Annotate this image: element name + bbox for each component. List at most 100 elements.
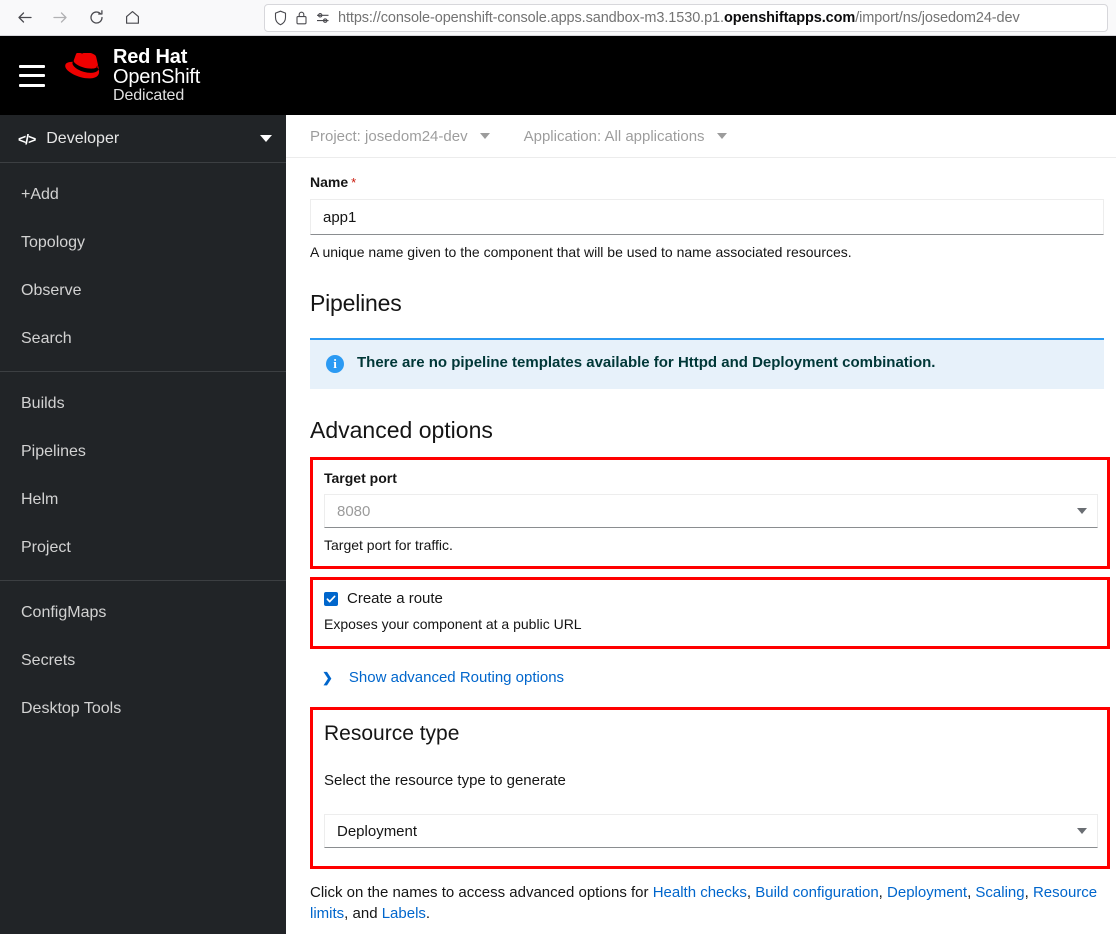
resource-type-value: Deployment xyxy=(337,823,417,840)
url-prefix: https://console-openshift-console.apps.s… xyxy=(338,10,724,26)
target-port-select[interactable]: 8080 xyxy=(324,494,1098,528)
reload-button[interactable] xyxy=(80,3,112,33)
target-port-value: 8080 xyxy=(337,503,370,520)
alert-message: There are no pipeline templates availabl… xyxy=(357,354,935,372)
footnote-end: . xyxy=(426,905,430,922)
back-button[interactable] xyxy=(8,3,40,33)
address-bar[interactable]: https://console-openshift-console.apps.s… xyxy=(264,4,1108,32)
resource-type-highlight-box: Resource type Select the resource type t… xyxy=(310,707,1110,869)
link-health-checks[interactable]: Health checks xyxy=(653,884,747,901)
link-scaling[interactable]: Scaling xyxy=(975,884,1024,901)
create-route-helper-text: Exposes your component at a public URL xyxy=(324,616,1096,632)
main-content: Project: josedom24-dev Application: All … xyxy=(286,115,1116,934)
sidebar-item-label: Desktop Tools xyxy=(21,700,121,718)
hamburger-menu-icon[interactable] xyxy=(19,65,45,87)
create-route-highlight-box: Create a route Exposes your component at… xyxy=(310,577,1110,649)
sidebar-item-label: Pipelines xyxy=(21,443,86,461)
create-route-label: Create a route xyxy=(347,590,443,607)
browser-toolbar: https://console-openshift-console.apps.s… xyxy=(0,0,1116,36)
caret-down-icon xyxy=(1077,828,1087,834)
resource-type-heading: Resource type xyxy=(324,722,1096,746)
sidebar-item-label: ConfigMaps xyxy=(21,604,106,622)
permissions-icon[interactable] xyxy=(315,10,331,26)
sidebar-item-label: Topology xyxy=(21,234,85,252)
create-route-row[interactable]: Create a route xyxy=(324,590,1096,607)
sidebar-item-label: Helm xyxy=(21,491,58,509)
lock-icon[interactable] xyxy=(295,10,308,26)
context-toolbar: Project: josedom24-dev Application: All … xyxy=(286,115,1116,158)
home-icon xyxy=(124,9,141,26)
resource-type-subtitle: Select the resource type to generate xyxy=(324,772,1096,789)
pipelines-info-alert: i There are no pipeline templates availa… xyxy=(310,338,1104,389)
chevron-right-icon: ❯ xyxy=(322,670,333,686)
link-labels[interactable]: Labels xyxy=(382,905,426,922)
code-brackets-icon: </> xyxy=(18,131,35,147)
sidebar-item-label: Project xyxy=(21,539,71,557)
advanced-routing-label: Show advanced Routing options xyxy=(349,669,564,686)
link-build-configuration[interactable]: Build configuration xyxy=(755,884,878,901)
sidebar-item-search[interactable]: Search xyxy=(0,315,286,363)
sidebar-item-configmaps[interactable]: ConfigMaps xyxy=(0,589,286,637)
sidebar-item-label: Builds xyxy=(21,395,65,413)
target-port-label: Target port xyxy=(324,470,1096,486)
sidebar-item-helm[interactable]: Helm xyxy=(0,476,286,524)
sidebar-item-label: Secrets xyxy=(21,652,75,670)
footnote-and: and xyxy=(353,905,382,922)
sep-0: , xyxy=(747,884,755,901)
brand-line-3: Dedicated xyxy=(113,88,200,104)
arrow-left-icon xyxy=(16,9,33,26)
import-form: Name* A unique name given to the compone… xyxy=(286,158,1116,934)
advanced-options-heading: Advanced options xyxy=(310,417,1100,444)
required-marker: * xyxy=(351,175,356,190)
pipelines-heading: Pipelines xyxy=(310,290,1100,317)
arrow-right-icon xyxy=(52,9,69,26)
shield-icon[interactable] xyxy=(273,10,288,26)
sep-4: , xyxy=(344,905,352,922)
sidebar-item-secrets[interactable]: Secrets xyxy=(0,637,286,685)
sidebar-item-builds[interactable]: Builds xyxy=(0,380,286,428)
application-selector[interactable]: Application: All applications xyxy=(524,128,727,145)
sidebar-item-pipelines[interactable]: Pipelines xyxy=(0,428,286,476)
name-field-group: Name* A unique name given to the compone… xyxy=(310,174,1100,260)
home-button[interactable] xyxy=(116,3,148,33)
brand-text: Red Hat OpenShift Dedicated xyxy=(113,47,200,104)
url-domain: openshiftapps.com xyxy=(724,10,855,26)
advanced-routing-expander[interactable]: ❯ Show advanced Routing options xyxy=(310,669,1100,686)
link-deployment[interactable]: Deployment xyxy=(887,884,967,901)
sep-1: , xyxy=(879,884,887,901)
browser-nav-buttons xyxy=(0,3,148,33)
sidebar-item-label: Observe xyxy=(21,282,81,300)
application-selector-label: Application: All applications xyxy=(524,128,705,145)
brand-line-2: OpenShift xyxy=(113,67,200,87)
forward-button[interactable] xyxy=(44,3,76,33)
name-input[interactable] xyxy=(310,199,1104,235)
url-text: https://console-openshift-console.apps.s… xyxy=(338,10,1020,26)
sidebar-item-label: +Add xyxy=(21,186,59,204)
create-route-checkbox[interactable] xyxy=(324,592,338,606)
perspective-label: Developer xyxy=(46,130,260,148)
sidebar-item-topology[interactable]: Topology xyxy=(0,219,286,267)
masthead: Red Hat OpenShift Dedicated xyxy=(0,36,1116,115)
reload-icon xyxy=(88,9,105,26)
project-selector[interactable]: Project: josedom24-dev xyxy=(310,128,490,145)
brand-line-1: Red Hat xyxy=(113,47,200,67)
chevron-down-icon[interactable] xyxy=(260,135,272,142)
perspective-switcher[interactable]: </> Developer xyxy=(0,115,286,163)
sidebar-item-add[interactable]: +Add xyxy=(0,171,286,219)
sidebar-item-desktop-tools[interactable]: Desktop Tools xyxy=(0,685,286,733)
name-label: Name xyxy=(310,174,348,190)
caret-down-icon xyxy=(1077,508,1087,514)
sidebar-item-observe[interactable]: Observe xyxy=(0,267,286,315)
resource-type-select[interactable]: Deployment xyxy=(324,814,1098,848)
target-port-highlight-box: Target port 8080 Target port for traffic… xyxy=(310,457,1110,569)
brand-logo[interactable]: Red Hat OpenShift Dedicated xyxy=(65,47,200,104)
checkmark-icon xyxy=(326,594,336,604)
info-circle-icon: i xyxy=(326,355,344,373)
url-suffix: /import/ns/josedom24-dev xyxy=(855,10,1019,26)
project-selector-label: Project: josedom24-dev xyxy=(310,128,468,145)
caret-down-icon xyxy=(717,133,727,139)
red-hat-logo-icon xyxy=(65,53,107,86)
caret-down-icon xyxy=(480,133,490,139)
sidebar-item-project[interactable]: Project xyxy=(0,524,286,572)
advanced-options-footnote: Click on the names to access advanced op… xyxy=(310,882,1110,924)
